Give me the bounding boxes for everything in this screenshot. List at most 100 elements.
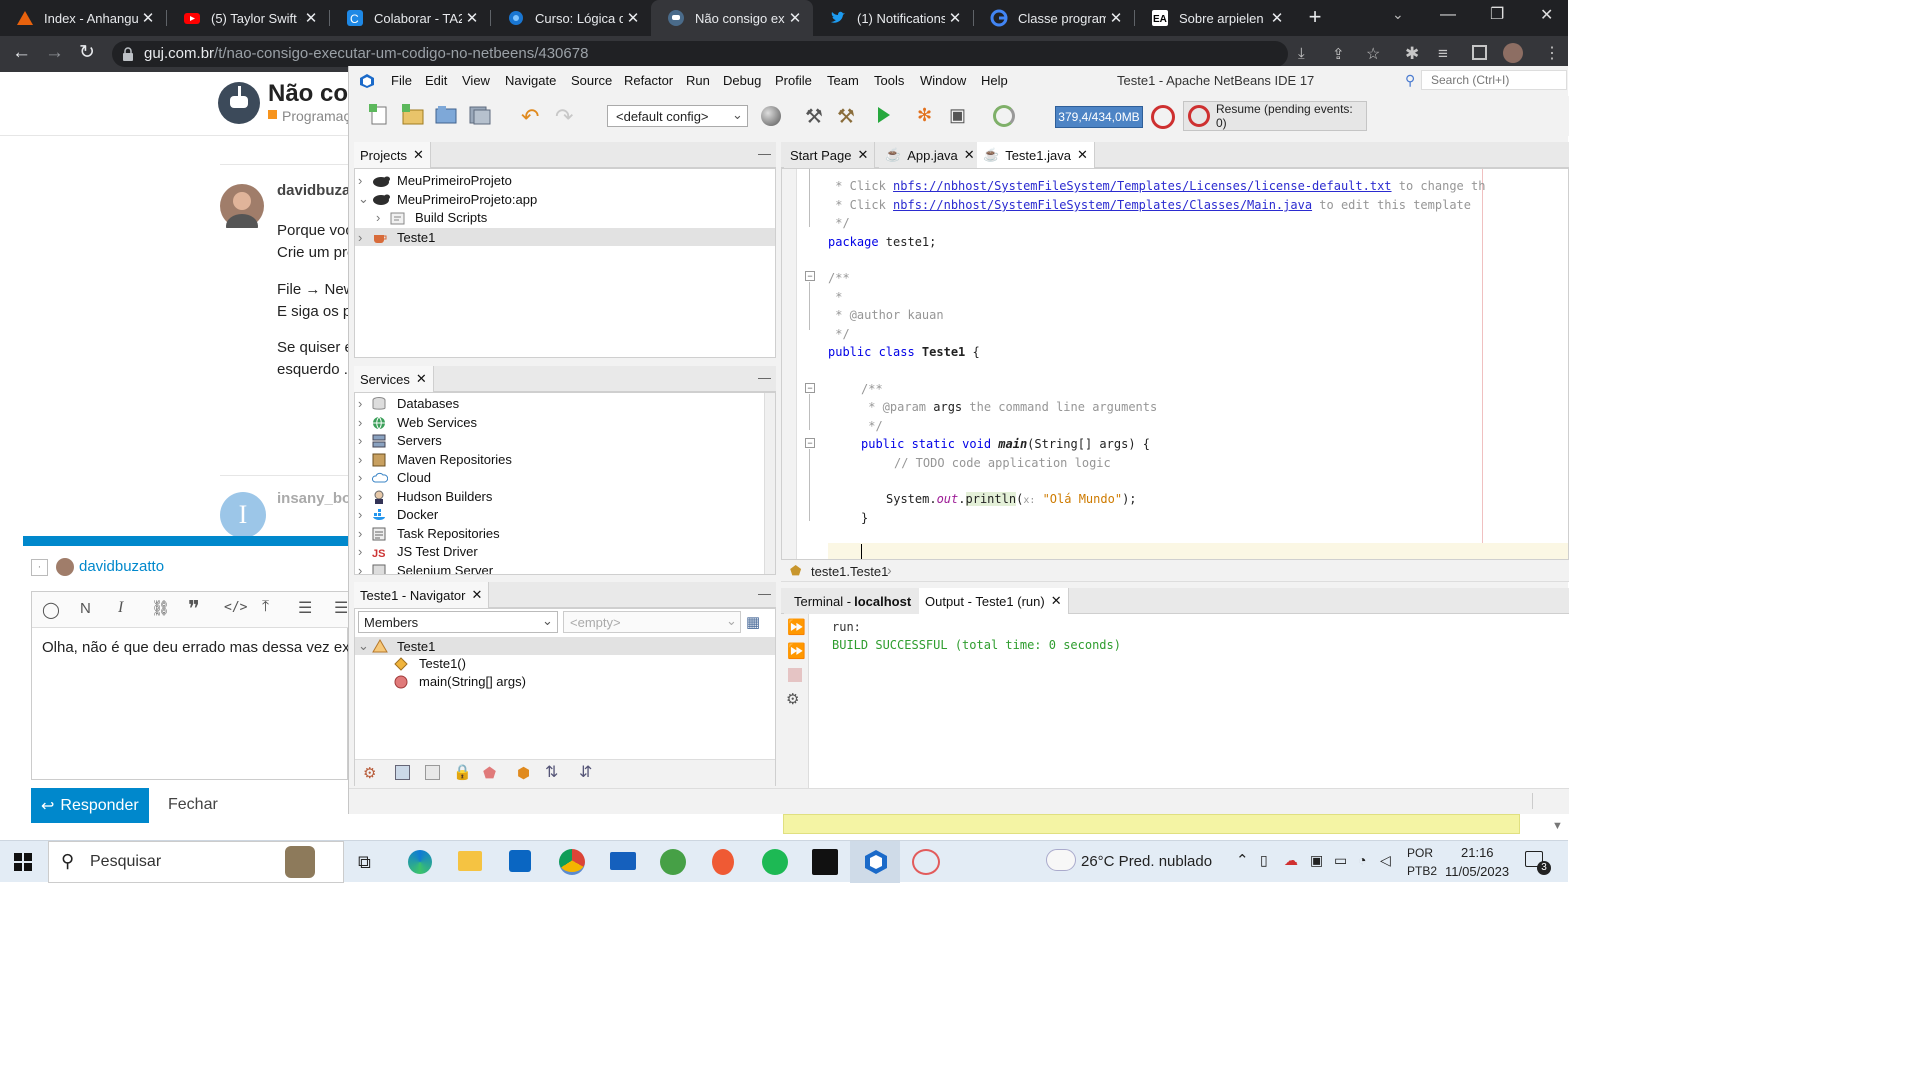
non-public-icon[interactable]: 🔒 [453, 763, 472, 781]
undo-icon[interactable]: ↶ [521, 104, 539, 130]
browser-tab[interactable]: C Colaborar - TA2 - ✕ [330, 0, 490, 36]
snipping-tool-icon[interactable] [912, 849, 940, 875]
code-editor[interactable]: − − − * Click nbfs://nbhost/SystemFileSy… [781, 168, 1569, 560]
navigator-filter-select[interactable]: Members ⌄ [358, 611, 558, 633]
sort-by-name-icon[interactable]: ⇵ [579, 762, 592, 782]
expand-icon[interactable]: › [358, 489, 372, 504]
close-icon[interactable]: ✕ [1077, 147, 1088, 163]
tab-terminal[interactable]: Terminal - localhost [784, 588, 923, 614]
utorrent-icon[interactable] [660, 849, 686, 875]
volume-icon[interactable]: ◁ [1380, 852, 1391, 869]
keyboard-language[interactable]: POR [1407, 846, 1433, 860]
post-author[interactable]: davidbuzatto [277, 182, 348, 199]
sort-by-source-icon[interactable]: ⇅ [545, 762, 558, 782]
menu-edit[interactable]: Edit [425, 73, 447, 88]
composer-toggle-icon[interactable]: · [31, 559, 48, 576]
new-tab-button[interactable]: + [1302, 6, 1328, 30]
reply-button[interactable]: ↩ Responder [31, 788, 149, 823]
edge-icon[interactable] [408, 850, 432, 874]
clock-time[interactable]: 21:16 [1461, 845, 1494, 860]
tray-alert-icon[interactable]: ☁ [1284, 852, 1298, 869]
tab-app-java[interactable]: ☕ App.java ✕ [879, 142, 982, 168]
collapse-icon[interactable]: ⌄ [358, 191, 372, 207]
service-item[interactable]: › Databases [358, 396, 459, 411]
output-settings-icon[interactable]: ⚙ [786, 690, 799, 708]
open-project-icon[interactable] [435, 105, 457, 125]
chrome-icon[interactable] [559, 849, 585, 875]
taskbar-search[interactable]: ⚲ Pesquisar [48, 841, 344, 883]
menu-file[interactable]: File [391, 73, 412, 88]
avatar[interactable] [220, 184, 264, 228]
share-icon[interactable]: ⇪ [1332, 45, 1345, 63]
expand-icon[interactable]: › [358, 396, 372, 411]
output-console[interactable]: run: BUILD SUCCESSFUL (total time: 0 sec… [809, 614, 1569, 788]
tree-item-build-scripts[interactable]: › Build Scripts [376, 210, 487, 225]
menu-help[interactable]: Help [981, 73, 1008, 88]
expand-icon[interactable]: › [358, 563, 372, 574]
navigator-member-item[interactable]: Teste1() [394, 656, 466, 671]
memory-indicator[interactable]: 379,4/434,0MB [1055, 106, 1143, 128]
tab-teste1-java[interactable]: ☕ Teste1.java ✕ [977, 142, 1095, 168]
blockquote-icon[interactable]: ❞ [188, 596, 200, 622]
browser-tab[interactable]: Curso: Lógica de P ✕ [491, 0, 651, 36]
close-icon[interactable]: ✕ [138, 9, 158, 27]
expand-icon[interactable]: › [358, 433, 372, 448]
fold-toggle-icon[interactable]: − [805, 271, 815, 281]
weather-label[interactable]: 26°C Pred. nublado [1081, 853, 1212, 870]
extensions-icon[interactable]: ✱ [1405, 44, 1419, 64]
italic-icon[interactable]: I [118, 599, 123, 617]
browser-tab[interactable]: Classe programac ✕ [974, 0, 1134, 36]
side-panel-icon[interactable] [1472, 45, 1487, 60]
resume-button[interactable]: Resume (pending events: 0) [1183, 101, 1367, 131]
netbeans-taskbar-icon[interactable] [864, 849, 888, 875]
tab-start-page[interactable]: Start Page ✕ [784, 142, 876, 168]
tree-item-project[interactable]: › MeuPrimeiroProjeto [358, 173, 512, 188]
browser-tab[interactable]: EA Sobre arpielen - A ✕ [1135, 0, 1295, 36]
new-project-icon[interactable] [402, 104, 424, 126]
expand-icon[interactable]: › [358, 544, 372, 559]
menu-team[interactable]: Team [827, 73, 859, 88]
save-all-icon[interactable] [469, 105, 491, 125]
redo-icon[interactable]: ↷ [555, 104, 573, 130]
windows-start-icon[interactable] [14, 853, 32, 871]
close-icon[interactable]: ✕ [416, 371, 427, 387]
build-hammer-icon[interactable]: ⚒ [805, 104, 823, 129]
menu-window[interactable]: Window [920, 73, 966, 88]
bullet-list-icon[interactable]: ☰ [298, 598, 312, 618]
menu-run[interactable]: Run [686, 73, 710, 88]
service-item[interactable]: › Web Services [358, 415, 477, 430]
tab-search-icon[interactable]: ⌄ [1392, 6, 1404, 23]
browser-globe-icon[interactable] [761, 106, 781, 126]
tray-display-icon[interactable]: ▣ [1310, 852, 1323, 869]
keyboard-layout[interactable]: PTB2 [1407, 864, 1437, 878]
chevron-up-icon[interactable]: ⌃ [1236, 851, 1249, 869]
service-item[interactable]: › Selenium Server [358, 563, 493, 574]
close-icon[interactable]: ✕ [301, 9, 321, 27]
navigator-context-select[interactable]: <empty> ⌄ [563, 611, 741, 633]
reply-text[interactable]: Olha, não é que deu errado mas dessa vez… [42, 639, 348, 656]
reload-icon[interactable]: ↻ [79, 41, 95, 64]
chevron-right-icon[interactable]: › [887, 562, 892, 578]
license-link[interactable]: nbfs://nbhost/SystemFileSystem/Templates… [893, 179, 1392, 193]
menu-navigate[interactable]: Navigate [505, 73, 556, 88]
close-window-icon[interactable]: ✕ [1540, 5, 1553, 25]
navigator-settings-icon[interactable]: ▦ [746, 613, 760, 631]
topic-title[interactable]: Não consigo executar um código no NetBea… [268, 80, 348, 108]
reading-list-icon[interactable]: ≡ [1438, 44, 1448, 64]
debug-icon[interactable]: ✻ [917, 105, 932, 126]
fields-icon[interactable] [395, 765, 410, 780]
expand-icon[interactable]: › [358, 470, 372, 485]
menu-view[interactable]: View [462, 73, 490, 88]
wifi-icon[interactable]: ◔ [1358, 852, 1366, 868]
close-icon[interactable]: ✕ [1051, 593, 1062, 609]
profiler-icon[interactable] [993, 105, 1015, 127]
close-icon[interactable]: ✕ [1106, 9, 1126, 27]
quote-bubble-icon[interactable]: ◯ [42, 600, 60, 620]
code-icon[interactable]: </> [224, 600, 247, 615]
close-icon[interactable]: ✕ [472, 587, 483, 603]
download-icon[interactable]: ⤓ [1298, 45, 1305, 62]
bookmark-star-icon[interactable]: ☆ [1366, 44, 1380, 64]
tab-output[interactable]: Output - Teste1 (run) ✕ [919, 588, 1069, 614]
expand-icon[interactable]: › [358, 415, 372, 430]
numbered-list-icon[interactable]: ☰ [334, 598, 348, 618]
